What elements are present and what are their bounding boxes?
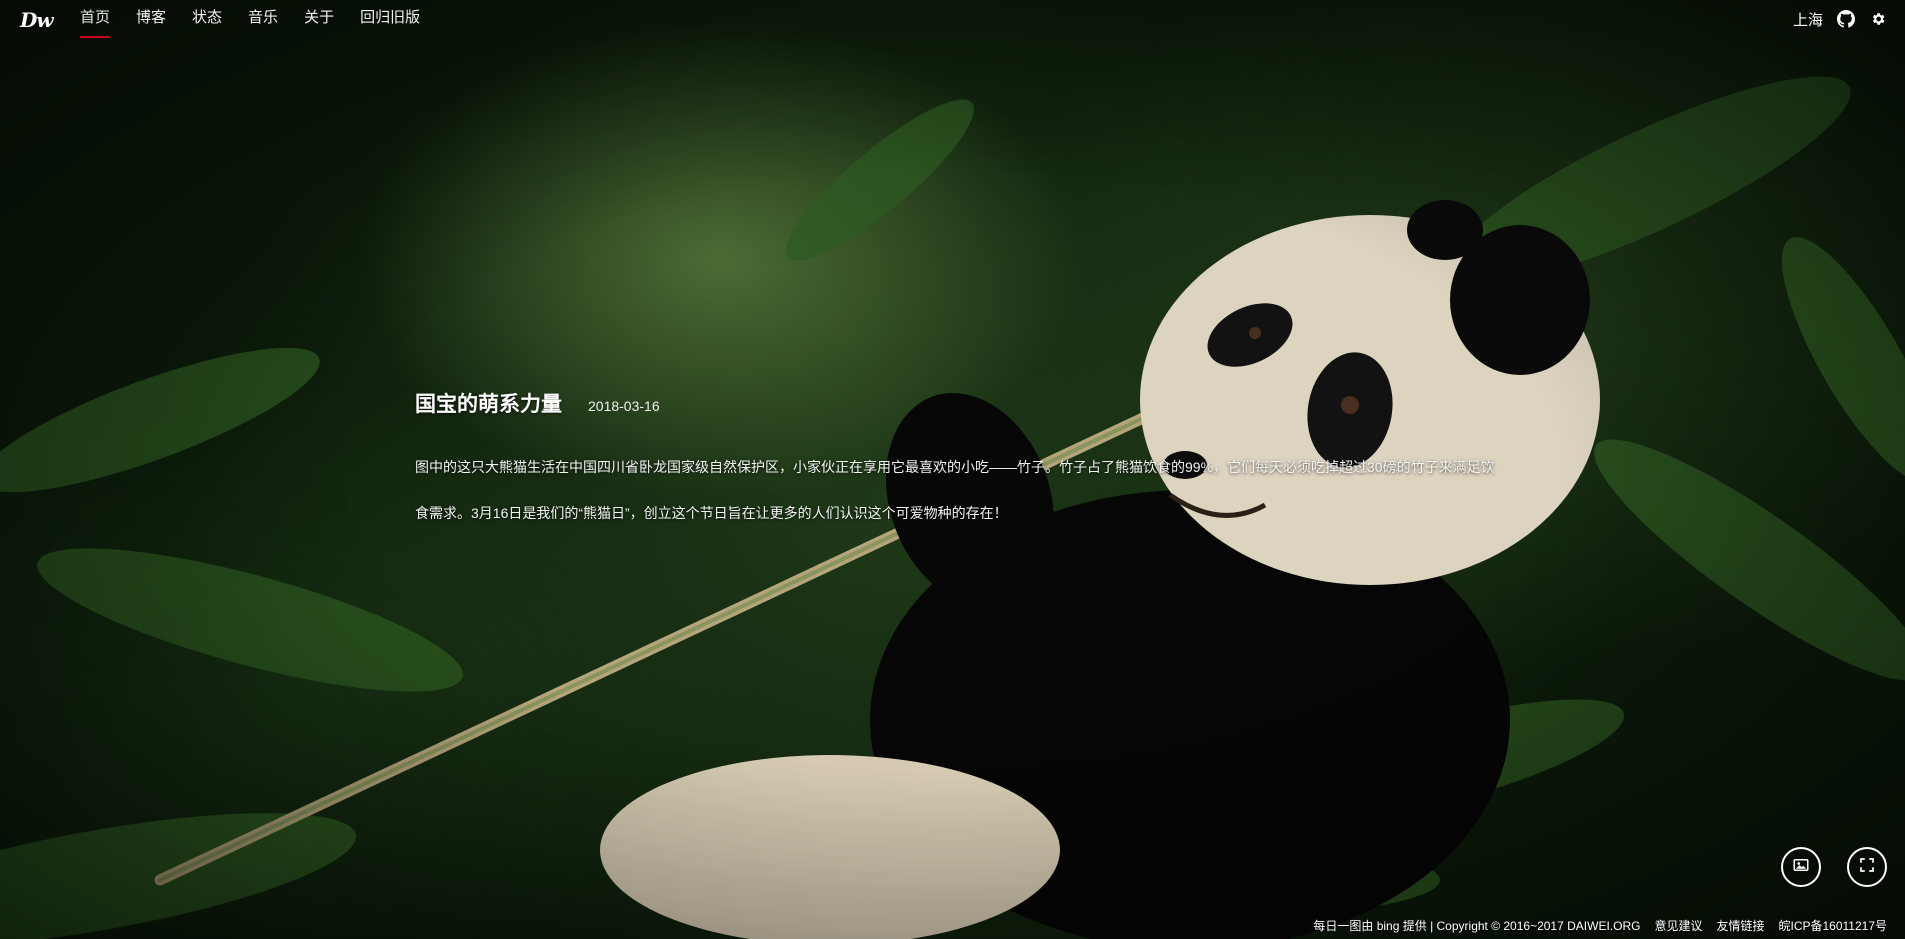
github-icon[interactable] bbox=[1837, 10, 1855, 28]
site-logo[interactable]: Dw bbox=[20, 8, 54, 32]
footer: 每日一图由 bing 提供 | Copyright © 2016~2017 DA… bbox=[1313, 915, 1887, 935]
main-menu: 首页 博客 状态 音乐 关于 回归旧版 bbox=[80, 0, 433, 38]
nav-item-blog[interactable]: 博客 bbox=[123, 0, 179, 38]
nav-item-home[interactable]: 首页 bbox=[80, 0, 123, 38]
settings-icon[interactable] bbox=[1869, 10, 1887, 28]
feedback-link[interactable]: 意见建议 bbox=[1654, 917, 1702, 934]
nav-item-status[interactable]: 状态 bbox=[179, 0, 235, 38]
fullscreen-button[interactable] bbox=[1847, 847, 1887, 887]
story-panel: 国宝的萌系力量 2018-03-16 图中的这只大熊猫生活在中国四川省卧龙国家级… bbox=[415, 388, 1505, 536]
icp-link[interactable]: 皖ICP备16011217号 bbox=[1778, 917, 1887, 934]
city-label[interactable]: 上海 bbox=[1793, 9, 1823, 30]
top-right-tools: 上海 bbox=[1793, 0, 1887, 38]
story-date: 2018-03-16 bbox=[588, 398, 660, 414]
fullscreen-icon bbox=[1858, 856, 1876, 879]
nav-item-music[interactable]: 音乐 bbox=[235, 0, 291, 38]
top-nav: Dw 首页 博客 状态 音乐 关于 回归旧版 上海 bbox=[0, 0, 1905, 40]
friend-links-link[interactable]: 友情链接 bbox=[1716, 917, 1764, 934]
image-icon bbox=[1792, 856, 1810, 879]
story-header: 国宝的萌系力量 2018-03-16 bbox=[415, 388, 1505, 418]
story-description: 图中的这只大熊猫生活在中国四川省卧龙国家级自然保护区，小家伙正在享用它最喜欢的小… bbox=[415, 459, 1495, 521]
footer-credit: 每日一图由 bing 提供 | Copyright © 2016~2017 DA… bbox=[1313, 918, 1641, 933]
story-title: 国宝的萌系力量 bbox=[415, 393, 562, 416]
nav-item-about[interactable]: 关于 bbox=[291, 0, 347, 38]
nav-item-old-version[interactable]: 回归旧版 bbox=[347, 0, 433, 38]
gallery-button[interactable] bbox=[1781, 847, 1821, 887]
